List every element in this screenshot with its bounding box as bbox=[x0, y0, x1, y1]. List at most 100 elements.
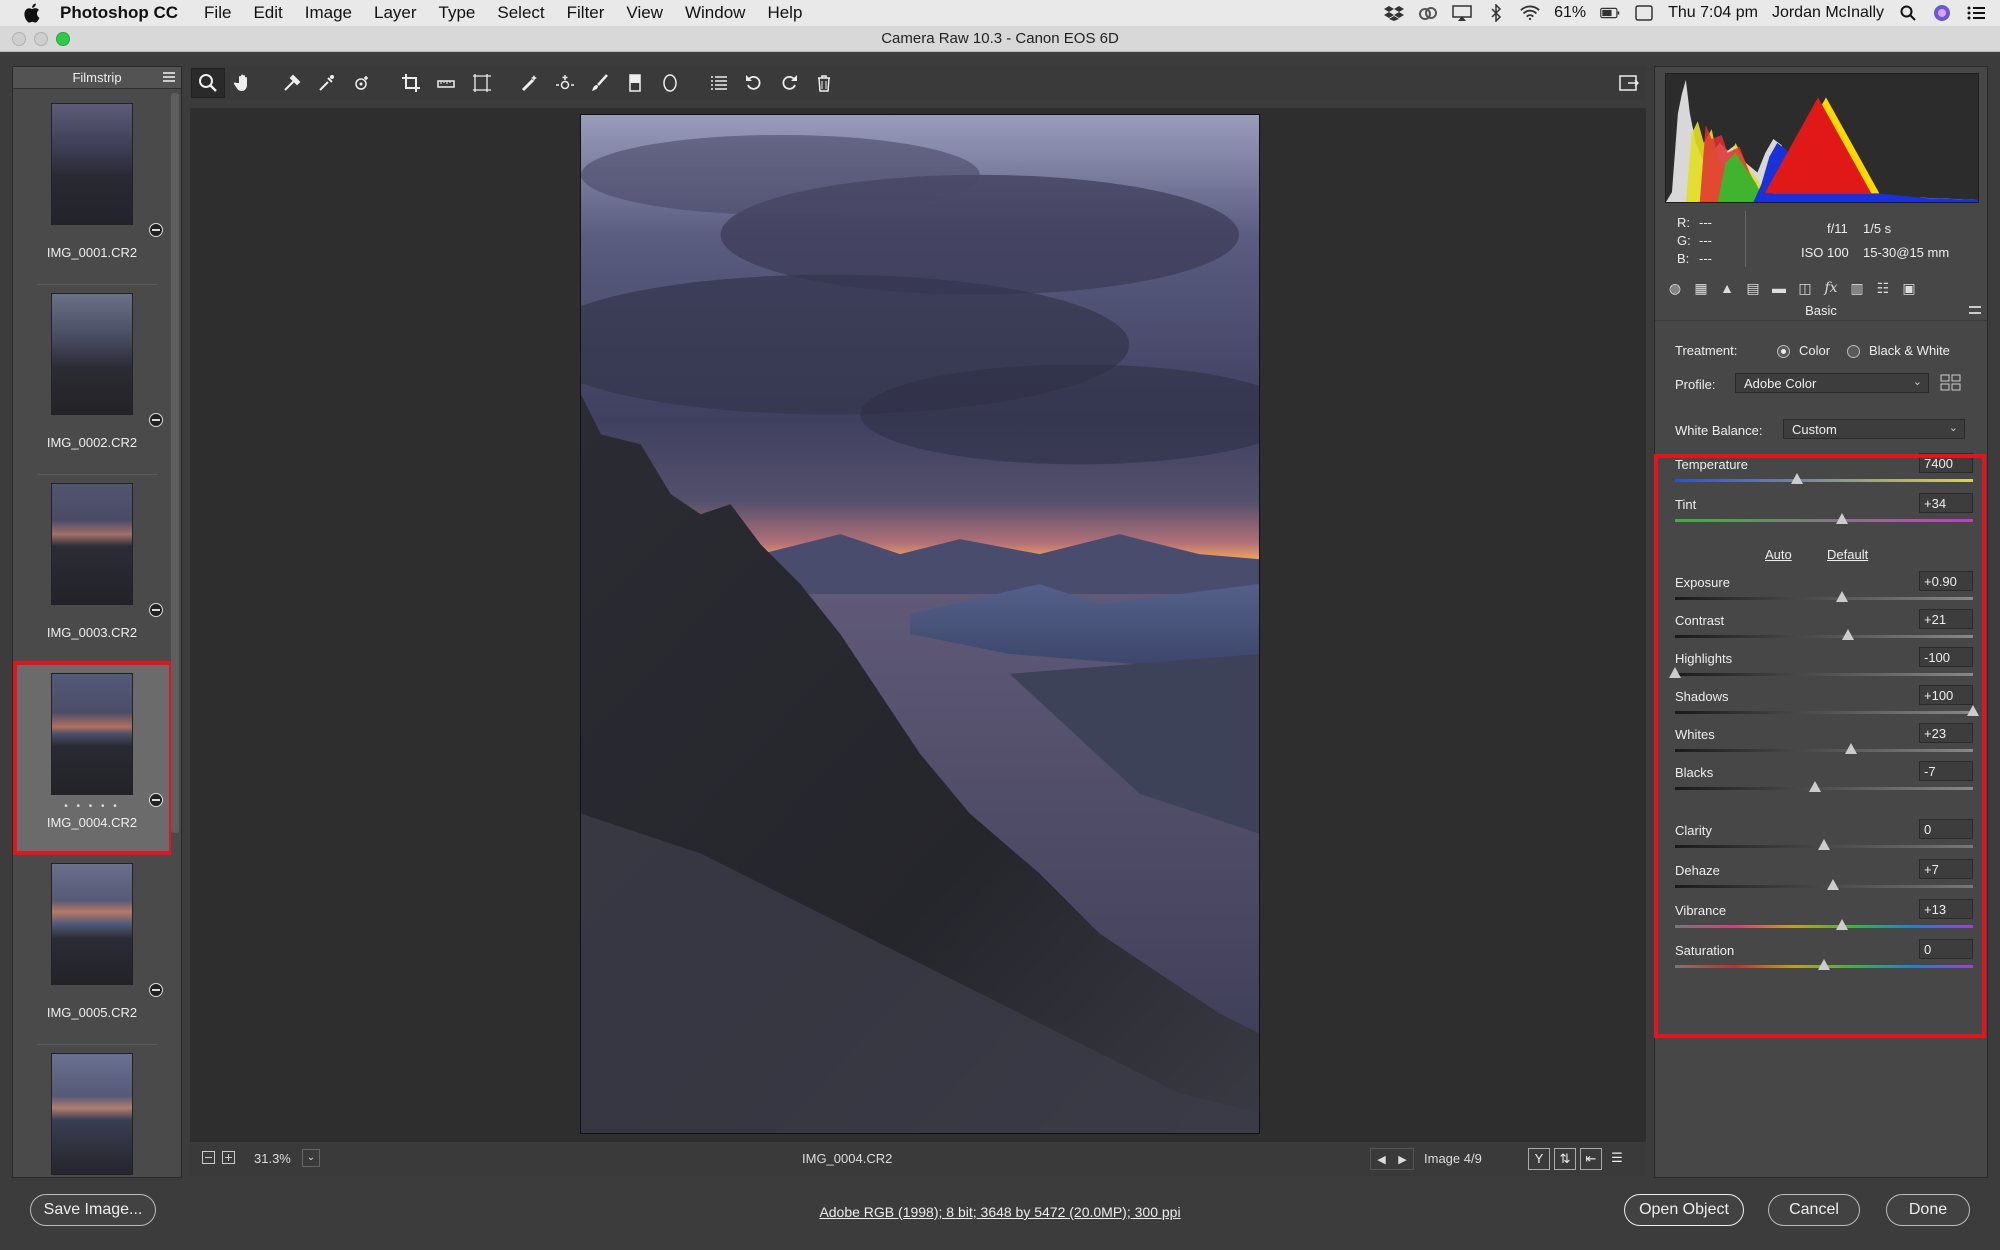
menu-type[interactable]: Type bbox=[439, 3, 476, 23]
slider-thumb[interactable] bbox=[1818, 959, 1830, 970]
graduated-filter-tool-button[interactable] bbox=[618, 68, 652, 98]
next-image-icon[interactable]: ▶ bbox=[1398, 1153, 1406, 1166]
slider-track[interactable] bbox=[1675, 519, 1973, 522]
slider-thumb[interactable] bbox=[1835, 919, 1848, 930]
menu-help[interactable]: Help bbox=[767, 3, 802, 23]
filmstrip-item-img-0002[interactable]: IMG_0002.CR2 bbox=[17, 285, 169, 475]
effects-tab-icon[interactable]: fx bbox=[1821, 278, 1841, 298]
swap-before-after-icon[interactable]: ⇅ bbox=[1554, 1148, 1576, 1170]
airplay-icon[interactable] bbox=[1452, 4, 1472, 22]
preview-preferences-icon[interactable]: ☰ bbox=[1606, 1148, 1628, 1170]
whites-value-input[interactable]: +23 bbox=[1919, 723, 1973, 743]
exposure-slider[interactable]: Exposure +0.90 bbox=[1675, 571, 1973, 605]
spot-removal-tool-button[interactable] bbox=[513, 68, 547, 98]
slider-thumb[interactable] bbox=[1841, 629, 1854, 640]
whites-slider[interactable]: Whites +23 bbox=[1675, 723, 1973, 757]
auto-tone-link[interactable]: Auto bbox=[1765, 547, 1792, 562]
adjustment-brush-tool-button[interactable] bbox=[583, 68, 617, 98]
slider-track[interactable] bbox=[1675, 673, 1973, 676]
highlights-value-input[interactable]: -100 bbox=[1919, 647, 1973, 667]
copy-settings-icon[interactable]: ⇤ bbox=[1580, 1148, 1602, 1170]
slider-track[interactable] bbox=[1675, 885, 1973, 888]
close-window-button[interactable] bbox=[12, 32, 26, 46]
zoom-dropdown-chevron-icon[interactable]: ⌄ bbox=[302, 1149, 320, 1167]
notification-center-icon[interactable] bbox=[1966, 4, 1986, 22]
blacks-slider[interactable]: Blacks -7 bbox=[1675, 761, 1973, 795]
white-balance-dropdown[interactable]: Custom ⌄ bbox=[1783, 419, 1965, 439]
vibrance-value-input[interactable]: +13 bbox=[1919, 899, 1973, 919]
filmstrip-menu-icon[interactable] bbox=[163, 72, 175, 82]
clarity-slider[interactable]: Clarity 0 bbox=[1675, 819, 1973, 853]
slider-thumb[interactable] bbox=[1809, 781, 1822, 792]
image-preview-area[interactable] bbox=[190, 108, 1646, 1142]
saturation-slider[interactable]: Saturation 0 bbox=[1675, 939, 1973, 973]
slider-track[interactable] bbox=[1675, 635, 1973, 638]
profile-dropdown[interactable]: Adobe Color ⌄ bbox=[1735, 373, 1929, 393]
contrast-value-input[interactable]: +21 bbox=[1919, 609, 1973, 629]
slider-track[interactable] bbox=[1675, 749, 1973, 752]
before-after-view-button[interactable]: Y bbox=[1528, 1148, 1550, 1170]
rotate-right-button[interactable] bbox=[772, 68, 806, 98]
shadows-value-input[interactable]: +100 bbox=[1919, 685, 1973, 705]
profile-browser-icon[interactable] bbox=[1939, 373, 1963, 393]
cancel-button[interactable]: Cancel bbox=[1768, 1194, 1860, 1226]
slider-thumb[interactable] bbox=[1844, 743, 1857, 754]
done-button[interactable]: Done bbox=[1886, 1194, 1970, 1226]
zoom-window-button[interactable] bbox=[56, 32, 70, 46]
delete-button[interactable] bbox=[807, 68, 841, 98]
slider-thumb[interactable] bbox=[1835, 591, 1848, 602]
temperature-value-input[interactable]: 7400 bbox=[1919, 453, 1973, 473]
slider-track[interactable] bbox=[1675, 787, 1973, 790]
siri-icon[interactable] bbox=[1932, 4, 1952, 22]
contrast-slider[interactable]: Contrast +21 bbox=[1675, 609, 1973, 643]
transform-tool-button[interactable] bbox=[464, 68, 498, 98]
camera-calibration-tab-icon[interactable]: ▥ bbox=[1847, 278, 1867, 298]
clarity-value-input[interactable]: 0 bbox=[1919, 819, 1973, 839]
treatment-color-radio[interactable] bbox=[1777, 345, 1790, 358]
lens-corrections-tab-icon[interactable]: ◫ bbox=[1795, 278, 1815, 298]
dehaze-value-input[interactable]: +7 bbox=[1919, 859, 1973, 879]
minimize-window-button[interactable] bbox=[34, 32, 48, 46]
temperature-slider[interactable]: Temperature 7400 bbox=[1675, 453, 1973, 487]
tint-slider[interactable]: Tint +34 bbox=[1675, 493, 1973, 527]
menu-view[interactable]: View bbox=[626, 3, 663, 23]
split-toning-tab-icon[interactable]: ▬ bbox=[1769, 278, 1789, 298]
slider-track[interactable] bbox=[1675, 597, 1973, 600]
highlights-slider[interactable]: Highlights -100 bbox=[1669, 647, 1973, 681]
menu-window[interactable]: Window bbox=[685, 3, 745, 23]
menu-edit[interactable]: Edit bbox=[253, 3, 282, 23]
hand-tool-button[interactable] bbox=[226, 68, 260, 98]
exposure-value-input[interactable]: +0.90 bbox=[1919, 571, 1973, 591]
hsl-tab-icon[interactable]: ▤ bbox=[1743, 278, 1763, 298]
shadows-slider[interactable]: Shadows +100 bbox=[1675, 685, 1979, 719]
vibrance-slider[interactable]: Vibrance +13 bbox=[1675, 899, 1973, 933]
tint-value-input[interactable]: +34 bbox=[1919, 493, 1973, 513]
filmstrip-item-img-0001[interactable]: IMG_0001.CR2 bbox=[17, 95, 169, 285]
menubar-clock[interactable]: Thu 7:04 pm bbox=[1668, 4, 1758, 22]
filmstrip-item-img-0005[interactable]: IMG_0005.CR2 bbox=[17, 855, 169, 1045]
filmstrip-scrollbar[interactable] bbox=[171, 93, 179, 833]
wifi-icon[interactable] bbox=[1520, 4, 1540, 22]
basic-tab-icon[interactable]: ◍ bbox=[1665, 278, 1685, 298]
treatment-color-label[interactable]: Color bbox=[1799, 343, 1830, 358]
color-sampler-tool-button[interactable] bbox=[310, 68, 344, 98]
filmstrip-item-img-0003[interactable]: IMG_0003.CR2 bbox=[17, 475, 169, 665]
slider-track[interactable] bbox=[1675, 479, 1973, 482]
filmstrip-item-img-0004[interactable]: • • • • • IMG_0004.CR2 bbox=[13, 661, 171, 855]
rotate-left-button[interactable] bbox=[737, 68, 771, 98]
battery-icon[interactable] bbox=[1600, 4, 1620, 22]
targeted-adjustment-tool-button[interactable] bbox=[345, 68, 379, 98]
creative-cloud-icon[interactable] bbox=[1418, 4, 1438, 22]
menu-filter[interactable]: Filter bbox=[567, 3, 605, 23]
panel-menu-icon[interactable] bbox=[1969, 306, 1981, 314]
previous-image-icon[interactable]: ◀ bbox=[1377, 1153, 1385, 1166]
white-balance-tool-button[interactable] bbox=[275, 68, 309, 98]
slider-thumb[interactable] bbox=[1669, 667, 1681, 678]
dehaze-slider[interactable]: Dehaze +7 bbox=[1675, 859, 1973, 893]
input-source-icon[interactable] bbox=[1634, 4, 1654, 22]
menu-app-name[interactable]: Photoshop CC bbox=[60, 3, 178, 23]
treatment-bw-label[interactable]: Black & White bbox=[1869, 343, 1950, 358]
toggle-fullscreen-button[interactable] bbox=[1612, 68, 1646, 98]
menu-image[interactable]: Image bbox=[305, 3, 352, 23]
straighten-tool-button[interactable] bbox=[429, 68, 463, 98]
